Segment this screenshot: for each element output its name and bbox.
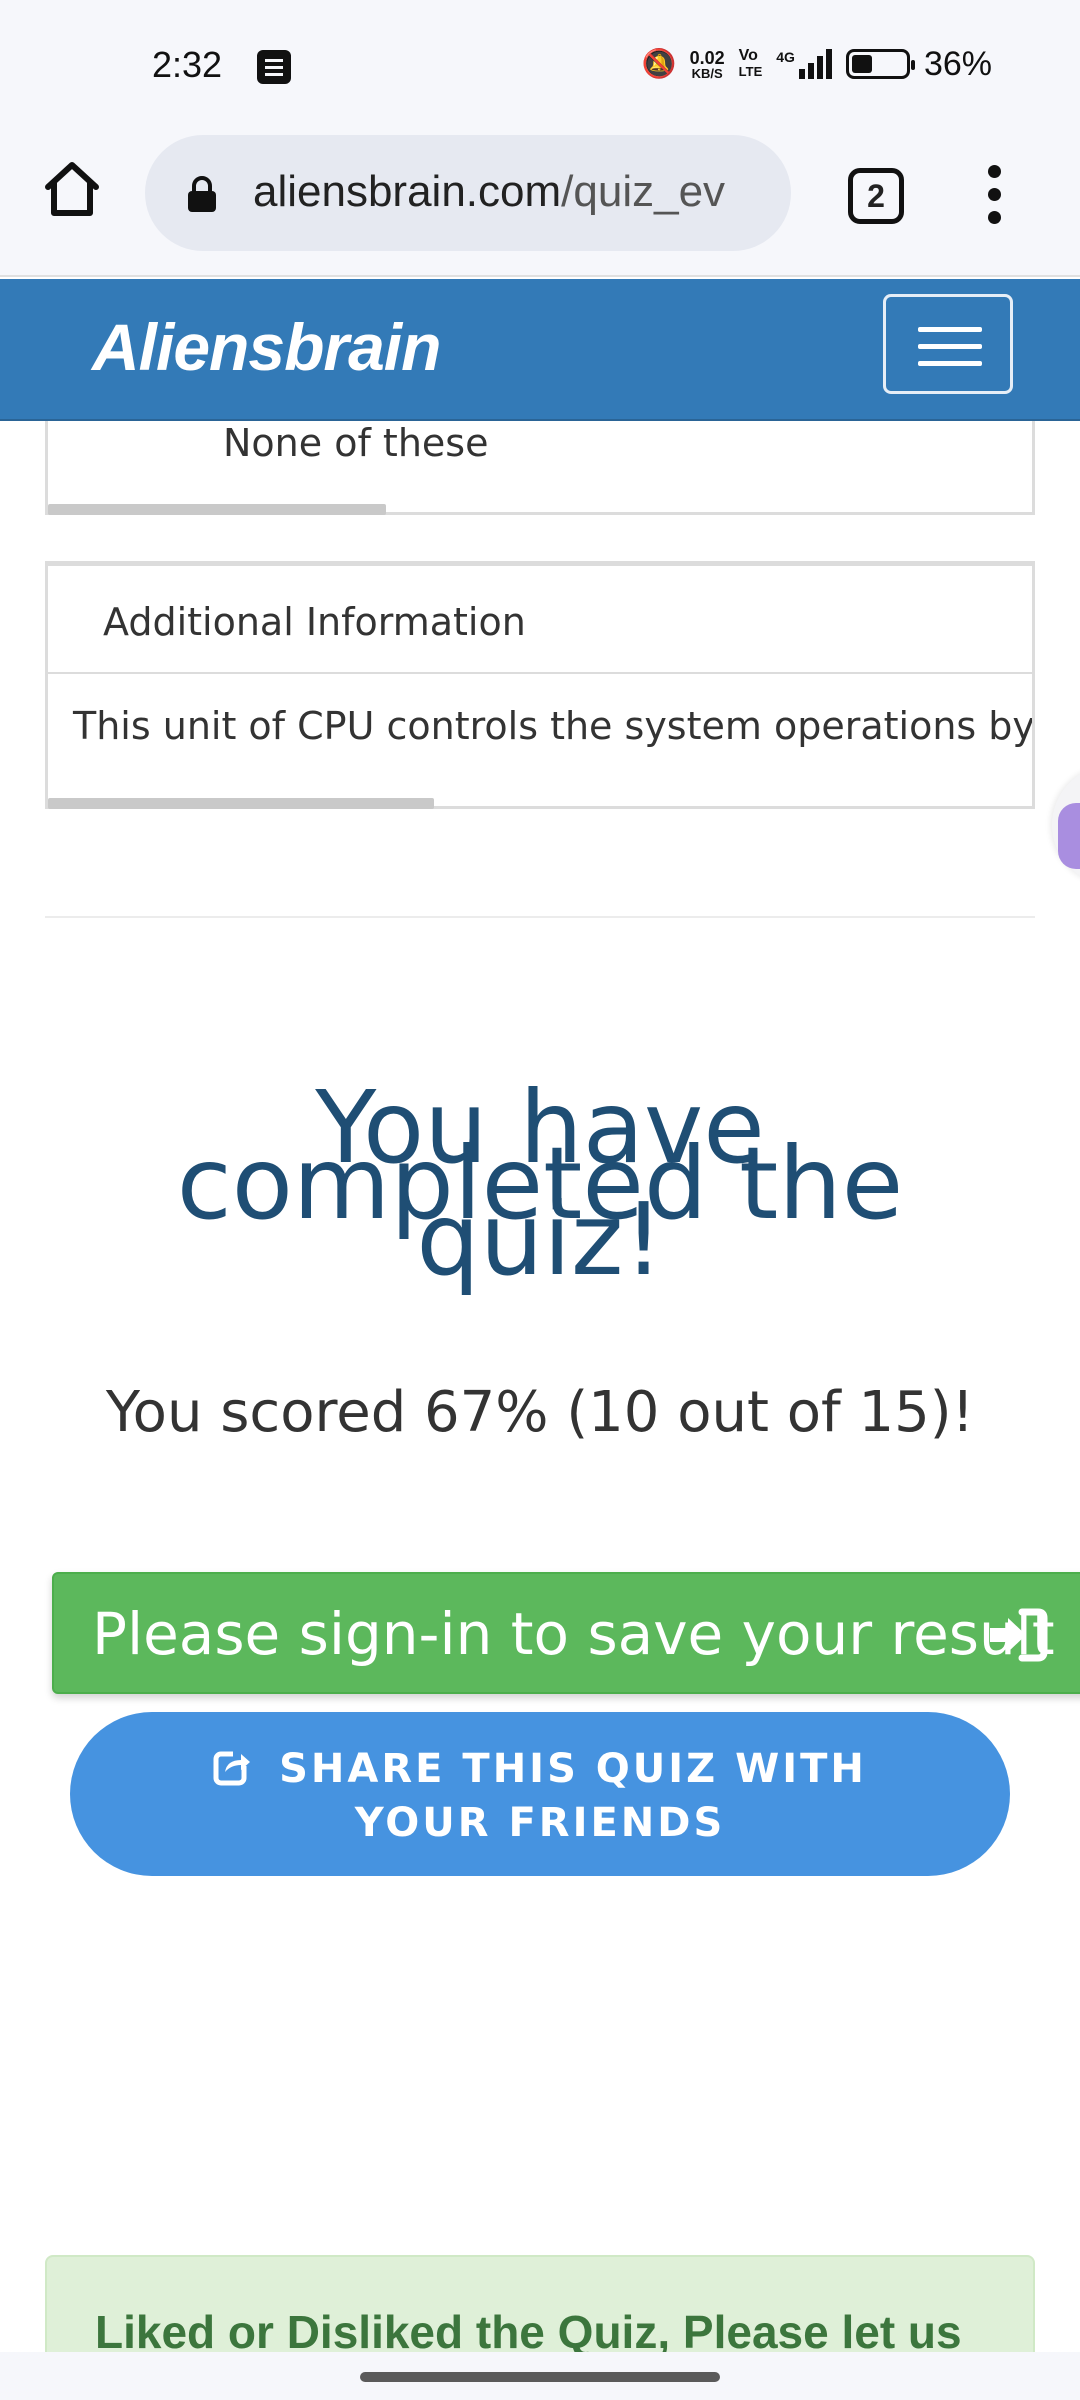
volte-line1: Vo <box>738 47 758 64</box>
url-path: /quiz_ev <box>561 167 726 216</box>
site-navbar: Aliensbrain <box>0 279 1080 421</box>
horizontal-scrollbar[interactable] <box>48 798 434 809</box>
share-label: SHARE THIS QUIZ WITH YOUR FRIENDS <box>279 1746 867 1846</box>
url-domain: aliensbrain.com <box>253 167 562 216</box>
section-divider <box>45 916 1035 918</box>
feedback-text: Liked or Disliked the Quiz, Please let u… <box>95 2306 962 2358</box>
gesture-handle[interactable] <box>360 2372 720 2382</box>
battery-icon <box>845 49 915 79</box>
net-speed-value: 0.02 <box>689 47 725 68</box>
score-text: You scored 67% (10 out of 15)! <box>105 1380 975 1445</box>
share-button-content: SHARE THIS QUIZ WITH YOUR FRIENDS <box>160 1742 920 1850</box>
url-text[interactable]: aliensbrain.com/quiz_ev <box>253 167 773 217</box>
home-icon[interactable] <box>40 157 104 221</box>
share-icon <box>213 1748 252 1786</box>
battery-percent: 36% <box>923 44 992 83</box>
option-none-of-these: None of these <box>223 421 489 465</box>
net-speed-unit: KB/S <box>691 65 723 81</box>
status-indicators: 0.02 KB/S Vo LTE 4G 36% <box>642 42 992 86</box>
chat-widget-icon[interactable] <box>1052 765 1080 885</box>
signin-label: Please sign-in to save your result <box>92 1600 1055 1668</box>
network-type: 4G <box>776 49 795 65</box>
status-bar: 2:32 0.02 KB/S Vo LTE 4G 36% <box>0 0 1080 135</box>
additional-info-text: This unit of CPU controls the system ope… <box>73 704 1032 748</box>
address-bar[interactable]: aliensbrain.com/quiz_ev <box>145 135 791 251</box>
hamburger-menu-button[interactable] <box>883 294 1013 394</box>
system-nav-bar <box>0 2352 1080 2400</box>
signal-group: 4G <box>776 49 832 79</box>
site-logo[interactable]: Aliensbrain <box>92 309 441 385</box>
signin-save-result-button[interactable]: Please sign-in to save your result <box>52 1572 1080 1694</box>
browser-toolbar: aliensbrain.com/quiz_ev 2 <box>0 135 1080 277</box>
additional-info-header: Additional Information <box>48 566 1032 674</box>
mute-bell-icon <box>642 47 677 81</box>
lock-icon <box>188 176 216 212</box>
question-options-panel: None of these <box>45 421 1035 515</box>
signal-icon <box>798 49 832 79</box>
volte-line2: LTE <box>738 64 763 79</box>
additional-info-panel: Additional Information This unit of CPU … <box>45 561 1035 809</box>
sign-in-icon <box>990 1608 1048 1662</box>
status-time: 2:32 <box>152 44 223 85</box>
browser-menu-icon[interactable] <box>986 165 1002 229</box>
net-speed: 0.02 KB/S <box>690 49 725 80</box>
tab-switcher-button[interactable]: 2 <box>848 168 904 224</box>
additional-info-heading: Additional Information <box>103 600 526 644</box>
additional-info-body: This unit of CPU controls the system ope… <box>48 674 1032 794</box>
volte-indicator: Vo LTE <box>739 48 763 80</box>
share-quiz-button[interactable]: SHARE THIS QUIZ WITH YOUR FRIENDS <box>70 1712 1010 1876</box>
notification-icon <box>257 50 291 84</box>
quiz-complete-title: You have completed the quiz! <box>176 1069 904 1298</box>
horizontal-scrollbar[interactable] <box>48 504 386 515</box>
